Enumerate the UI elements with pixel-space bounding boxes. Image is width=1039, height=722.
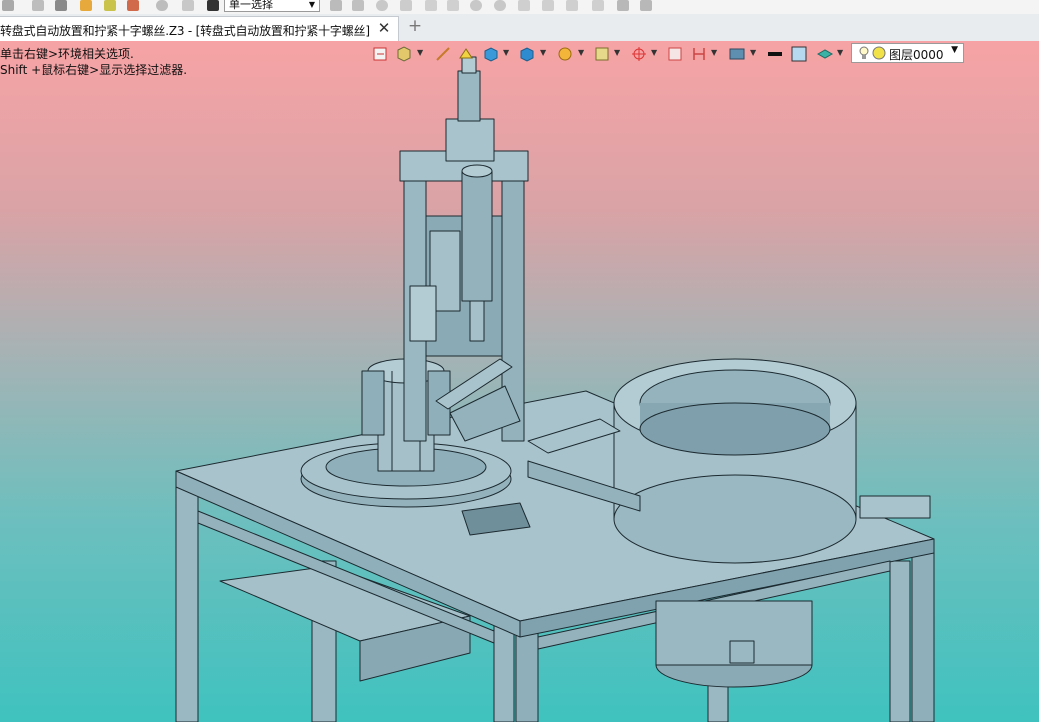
chevron-down-icon[interactable]: ▼ [540, 48, 546, 57]
view-icon[interactable] [728, 45, 746, 63]
snap-icon[interactable] [376, 0, 388, 11]
chevron-down-icon[interactable]: ▼ [651, 48, 657, 57]
frame-icon[interactable] [666, 45, 684, 63]
pick-icon[interactable] [127, 0, 139, 11]
chevron-down-icon: ▼ [308, 0, 315, 9]
hint-shift-right-click: Shift +鼠标右键>显示选择过滤器. [0, 63, 188, 77]
pin-icon[interactable] [182, 0, 194, 11]
selection-mode-select[interactable]: 单一选择 ▼ [224, 0, 320, 12]
filter-icon[interactable] [2, 0, 14, 11]
arrow-icon[interactable] [352, 0, 364, 11]
layer-label: 图层0000 [889, 48, 944, 62]
render-icon[interactable] [593, 45, 611, 63]
light-icon [857, 45, 871, 64]
view-toolbar: ▼ ▼ ▼ ▼ ▼ ▼ ▼ ▼ ▼ 图层0000 ▼ [370, 42, 970, 66]
chevron-down-icon[interactable]: ▼ [417, 48, 423, 57]
chevron-down-icon[interactable]: ▼ [503, 48, 509, 57]
grid-icon[interactable] [425, 0, 437, 11]
chevron-down-icon: ▼ [951, 45, 958, 55]
snap-icon[interactable] [630, 45, 648, 63]
cad-model [175, 56, 935, 722]
curve-icon[interactable] [518, 0, 530, 11]
wave-icon[interactable] [542, 0, 554, 11]
layer-color-icon [872, 46, 886, 63]
chevron-down-icon[interactable]: ▼ [750, 48, 756, 57]
spline-icon[interactable] [566, 0, 578, 11]
circle-icon[interactable] [494, 0, 506, 11]
cube-icon[interactable] [640, 0, 652, 11]
chevron-down-icon[interactable]: ▼ [711, 48, 717, 57]
view-filter-icon[interactable] [396, 45, 414, 63]
document-tab-title: 转盘式自动放置和拧紧十字螺丝.Z3 - [转盘式自动放置和拧紧十字螺丝] [0, 24, 370, 38]
line-color-icon[interactable] [766, 45, 784, 63]
list-icon[interactable] [55, 0, 67, 11]
folder-icon[interactable] [80, 0, 92, 11]
pointer-icon[interactable] [32, 0, 44, 11]
shading-icon[interactable] [482, 45, 500, 63]
section-icon[interactable] [556, 45, 574, 63]
dimension-icon[interactable] [690, 45, 708, 63]
document-tab-bar: 转盘式自动放置和拧紧十字螺丝.Z3 - [转盘式自动放置和拧紧十字螺丝] ✕ + [0, 14, 1039, 42]
pen-icon[interactable] [592, 0, 604, 11]
fill-color-icon[interactable] [790, 45, 808, 63]
selection-mode-label: 单一选择 [229, 0, 273, 11]
layers-icon[interactable] [816, 45, 834, 63]
close-icon[interactable]: ✕ [376, 19, 392, 37]
select-icon[interactable] [330, 0, 342, 11]
highlight-icon[interactable] [457, 45, 475, 63]
chevron-down-icon[interactable]: ▼ [578, 48, 584, 57]
main-toolbar: 单一选择 ▼ [0, 0, 1039, 15]
open-icon[interactable] [104, 0, 116, 11]
arc-icon[interactable] [470, 0, 482, 11]
3d-viewport[interactable]: 单击右键>环境相关选项. Shift +鼠标右键>显示选择过滤器. ▼ ▼ ▼ … [0, 41, 1039, 722]
chevron-down-icon[interactable]: ▼ [837, 48, 843, 57]
chevron-down-icon[interactable]: ▼ [614, 48, 620, 57]
history-icon[interactable] [156, 0, 168, 11]
exit-sketch-icon[interactable] [372, 45, 390, 63]
play-icon[interactable] [400, 0, 412, 11]
add-tab-button[interactable]: + [407, 17, 423, 35]
hint-right-click: 单击右键>环境相关选项. [0, 47, 134, 61]
measure-icon[interactable] [434, 45, 452, 63]
line-icon[interactable] [447, 0, 459, 11]
stop-icon[interactable] [207, 0, 219, 11]
shape-icon[interactable] [617, 0, 629, 11]
display-icon[interactable] [518, 45, 536, 63]
layer-select[interactable]: 图层0000 ▼ [851, 43, 964, 63]
document-tab[interactable]: 转盘式自动放置和拧紧十字螺丝.Z3 - [转盘式自动放置和拧紧十字螺丝] ✕ [0, 16, 399, 41]
